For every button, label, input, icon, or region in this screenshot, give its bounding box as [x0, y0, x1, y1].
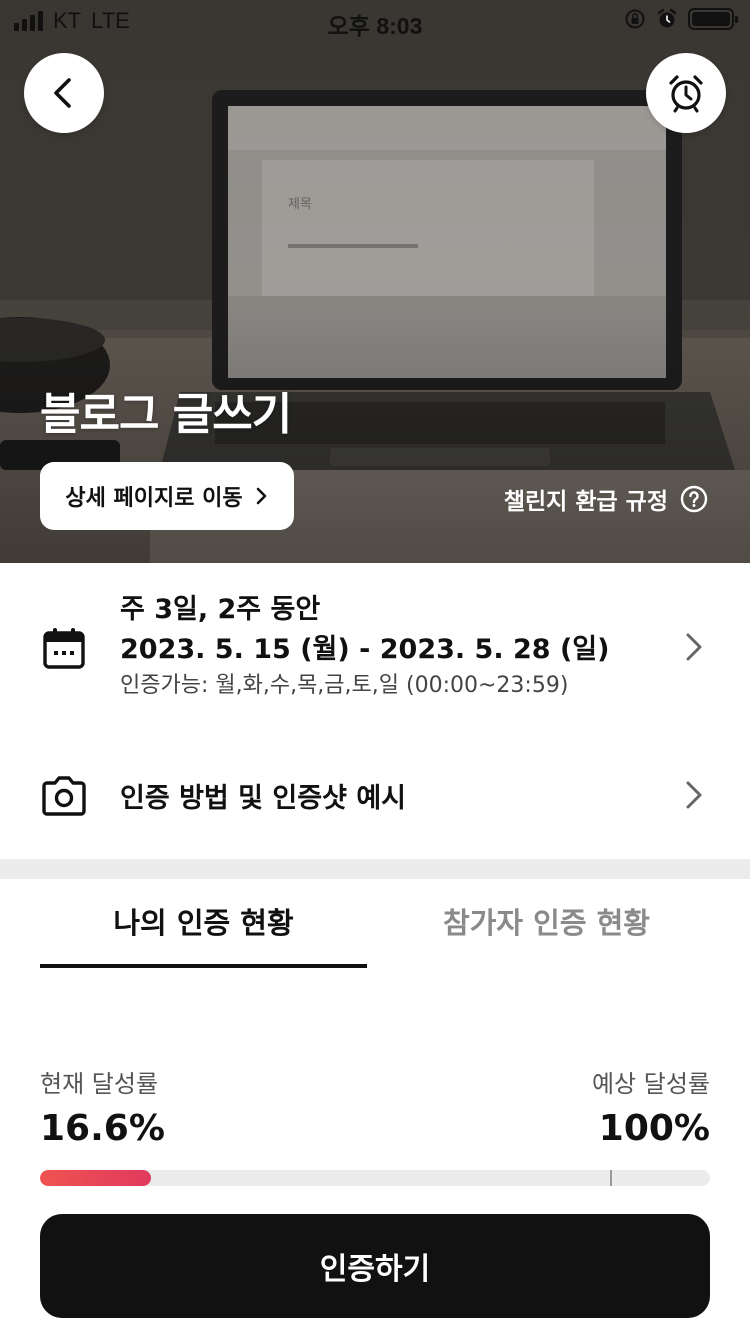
challenge-screen: 제목 KT LTE 오후 8:03: [0, 0, 750, 1334]
current-rate-value: 16.6%: [40, 1108, 165, 1149]
challenge-title: 블로그 글쓰기: [40, 389, 292, 440]
refund-policy-link[interactable]: 챌린지 환급 규정: [504, 482, 708, 516]
status-tabs: 나의 인증 현황 참가자 인증 현황: [0, 880, 750, 968]
schedule-frequency: 주 3일, 2주 동안: [120, 594, 321, 625]
chevron-right-icon: [256, 487, 266, 505]
question-circle-icon: [680, 485, 708, 513]
schedule-date-range: 2023. 5. 15 (월) - 2023. 5. 28 (일): [120, 634, 610, 665]
verification-method-row[interactable]: 인증 방법 및 인증샷 예시: [0, 760, 750, 832]
progress-fill: [40, 1170, 151, 1186]
verify-button[interactable]: 인증하기: [40, 1214, 710, 1318]
verify-button-label: 인증하기: [319, 1252, 431, 1287]
progress-track: [40, 1170, 710, 1186]
battery-icon: [688, 8, 738, 30]
calendar-icon: [43, 628, 85, 669]
section-divider: [0, 859, 750, 879]
active-tab-indicator: [40, 964, 367, 968]
expected-rate-value: 100%: [598, 1108, 710, 1149]
schedule-row[interactable]: 주 3일, 2주 동안 2023. 5. 15 (월) - 2023. 5. 2…: [0, 590, 750, 710]
tab-participant-verification[interactable]: 참가자 인증 현황: [383, 900, 710, 942]
detail-page-button[interactable]: 상세 페이지로 이동: [40, 462, 294, 530]
status-right: [624, 8, 738, 30]
status-bar: KT LTE 오후 8:03: [0, 0, 750, 40]
refund-policy-label: 챌린지 환급 규정: [503, 489, 668, 515]
alarm-clock-icon: [669, 75, 703, 113]
alarm-status-icon: [657, 8, 677, 28]
tab-my-verification[interactable]: 나의 인증 현황: [40, 900, 367, 942]
achievement-progress: 현재 달성률 예상 달성률 16.6% 100%: [40, 1062, 710, 1192]
verification-method-label: 인증 방법 및 인증샷 예시: [120, 783, 406, 814]
rotation-lock-icon: [625, 9, 645, 29]
progress-marker: [610, 1170, 612, 1186]
chevron-left-icon: [54, 78, 71, 108]
current-rate-label: 현재 달성률: [40, 1070, 159, 1098]
expected-rate-label: 예상 달성률: [591, 1070, 710, 1098]
back-button[interactable]: [24, 53, 104, 133]
chevron-right-icon: [686, 781, 702, 809]
detail-page-label: 상세 페이지로 이동: [65, 486, 243, 511]
schedule-available-times: 인증가능: 월,화,수,목,금,토,일 (00:00~23:59): [120, 673, 569, 698]
camera-icon: [42, 776, 86, 816]
chevron-right-icon: [686, 633, 702, 661]
hero-banner: 제목 KT LTE 오후 8:03: [0, 0, 750, 563]
schedule-text: 주 3일, 2주 동안 2023. 5. 15 (월) - 2023. 5. 2…: [120, 590, 610, 702]
alarm-button[interactable]: [646, 53, 726, 133]
